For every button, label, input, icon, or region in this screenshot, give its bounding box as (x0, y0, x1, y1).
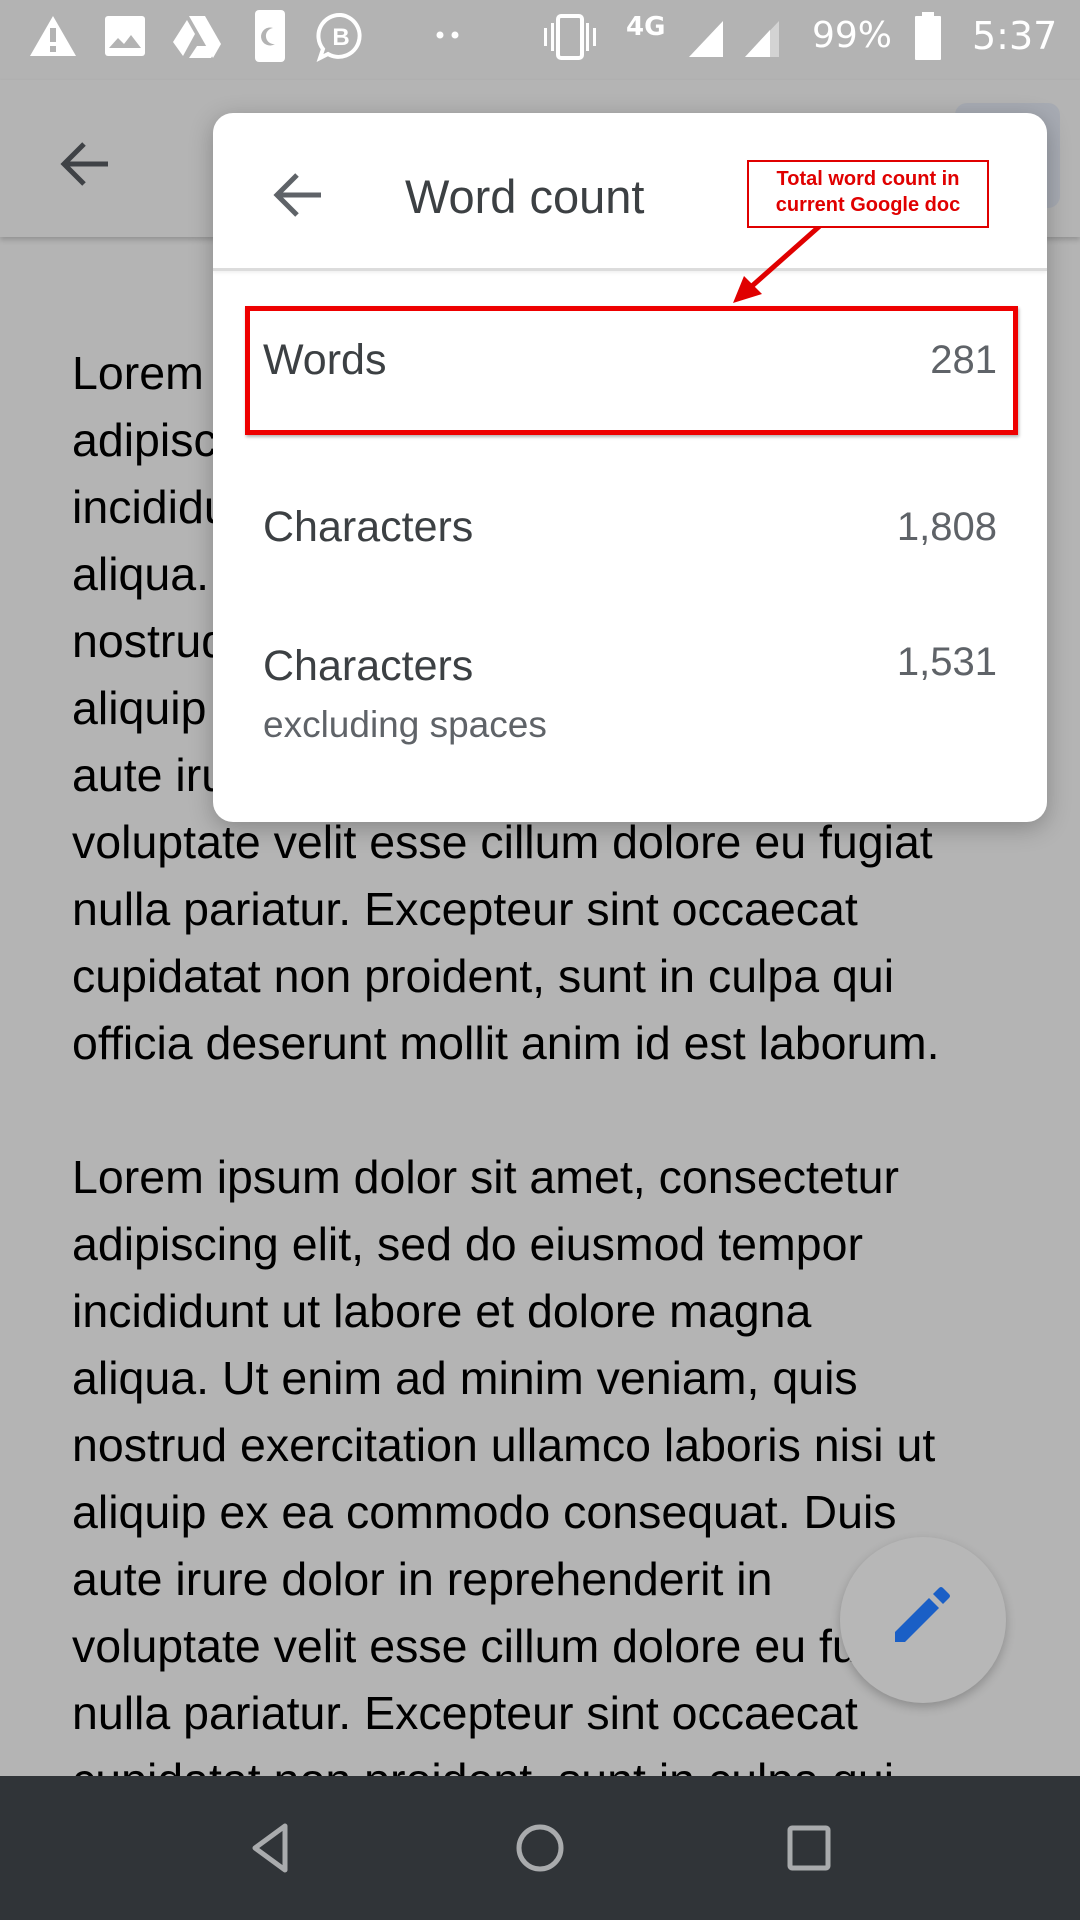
arrow-back-icon (60, 142, 108, 186)
row-label: Characters (263, 642, 474, 690)
annotation-text-line: current Google doc (775, 194, 961, 216)
more-notifications-icon (436, 31, 459, 39)
clock: 5:37 (972, 14, 1058, 58)
annotation-callout: Total word count in current Google doc (747, 160, 989, 228)
vibrate-icon (544, 14, 596, 60)
row-label: Characters (263, 503, 474, 551)
edit-pencil-icon (895, 1587, 950, 1642)
do-not-disturb-phone-icon (255, 10, 285, 62)
signal-strength-icon (689, 21, 723, 57)
battery-percent: 99% (812, 15, 893, 56)
nav-home-button[interactable] (500, 1808, 580, 1888)
dialog-back-button[interactable] (265, 163, 329, 227)
dialog-title: Word count (405, 170, 645, 223)
warning-icon (30, 16, 76, 56)
annotation-highlight-box (245, 306, 1018, 435)
edit-fab-button[interactable] (840, 1537, 1006, 1703)
nav-back-button[interactable] (229, 1808, 309, 1888)
nav-back-triangle-icon (252, 1823, 288, 1873)
signal-strength-2-icon (745, 21, 779, 57)
back-button[interactable] (52, 132, 116, 196)
nav-recents-button[interactable] (769, 1808, 849, 1888)
nav-recents-square-icon (787, 1825, 831, 1871)
annotation-text-line: Total word count in (776, 168, 960, 190)
network-type: 4G (626, 12, 666, 42)
system-navigation-bar (0, 1776, 1080, 1920)
document-paragraph: Lorem ipsum dolor sit amet, consectetur … (72, 1151, 936, 1806)
row-sublabel: excluding spaces (263, 704, 547, 745)
status-bar: B 4G 99% 5:37 (0, 0, 1080, 80)
battery-icon (915, 12, 941, 60)
drive-icon (173, 16, 221, 58)
whatsapp-business-icon: B (316, 12, 362, 62)
row-value: 1,808 (896, 505, 997, 549)
svg-text:B: B (332, 24, 349, 51)
nav-home-circle-icon (516, 1824, 564, 1872)
arrow-back-icon (273, 173, 321, 217)
row-value: 1,531 (896, 640, 997, 684)
image-icon (105, 16, 145, 56)
